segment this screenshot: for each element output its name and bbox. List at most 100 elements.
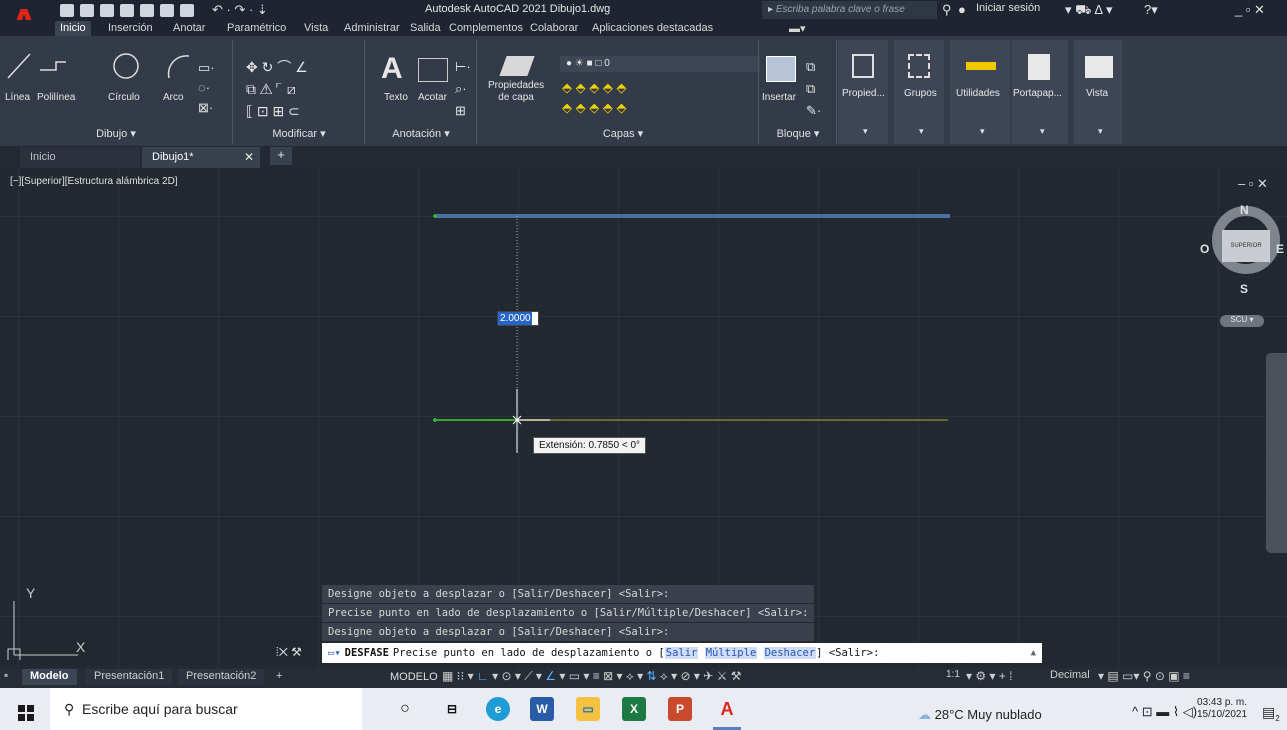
line-tool[interactable]: Línea bbox=[5, 92, 30, 103]
taskbar-search[interactable]: ⚲ Escribe aquí para buscar bbox=[50, 688, 362, 730]
chevron-down-icon[interactable]: ▾ bbox=[1098, 126, 1103, 137]
user-icon[interactable]: ● bbox=[958, 2, 966, 17]
layer-dropdown[interactable]: ● ☀ ■ □ 0 bbox=[560, 56, 760, 72]
circle-tool[interactable]: Círculo bbox=[108, 92, 140, 103]
chevron-down-icon[interactable]: ▾ bbox=[980, 126, 985, 137]
layer-properties-button[interactable]: Propiedades de capa bbox=[488, 80, 544, 104]
arc-tool[interactable]: Arco bbox=[163, 92, 184, 103]
option-salir[interactable]: Salir bbox=[664, 647, 699, 659]
tab-administrar[interactable]: Administrar bbox=[339, 21, 405, 36]
chevron-down-icon[interactable]: ▾ bbox=[919, 126, 924, 137]
system-tray-icons[interactable]: ^ ⊡ ▬ ⌇ ◁) bbox=[1132, 704, 1197, 720]
modify-tools-icon[interactable]: ✥ ↻ ⌒ ∠ ⧉ ⚠ ⌜ ⧄ ⟦ ⊡ ⊞ ⊂ bbox=[246, 56, 308, 122]
panel-bloque-label[interactable]: Bloque ▾ bbox=[760, 122, 836, 144]
layout-nav-icon[interactable]: ▪ bbox=[4, 668, 8, 682]
save-icon[interactable] bbox=[100, 3, 114, 17]
annotation-scale[interactable]: 1:1 bbox=[946, 669, 960, 680]
new-file-icon[interactable] bbox=[60, 3, 74, 17]
chevron-down-icon[interactable]: ▾ bbox=[1040, 126, 1045, 137]
tab-colaborar[interactable]: Colaborar bbox=[525, 21, 583, 36]
notification-icon[interactable]: ▤2 bbox=[1262, 704, 1280, 723]
compass-west[interactable]: O bbox=[1200, 242, 1209, 256]
tab-aplicaciones[interactable]: Aplicaciones destacadas bbox=[587, 21, 718, 36]
cortana-icon[interactable]: ○ bbox=[393, 697, 417, 721]
text-tool[interactable]: Texto bbox=[384, 92, 408, 103]
dimension-tool-icon[interactable] bbox=[418, 58, 448, 82]
annotation-small-icons[interactable]: ⊢· ⌕· ⊞ bbox=[455, 56, 471, 122]
undo-redo-icon[interactable]: ↶ · ↷ · ⇣ bbox=[212, 2, 268, 18]
word-icon[interactable]: W bbox=[530, 697, 554, 721]
new-tab-icon[interactable]: + bbox=[270, 147, 292, 165]
tab-salida[interactable]: Salida bbox=[405, 21, 446, 36]
search-icon[interactable]: ⚲ bbox=[942, 2, 952, 18]
doc-tab-dibujo1[interactable]: Dibujo1* bbox=[142, 147, 260, 168]
weather-widget[interactable]: ☁ 28°C Muy nublado bbox=[918, 707, 1042, 723]
windows-start-icon[interactable] bbox=[18, 705, 34, 721]
window-controls-icon[interactable]: _ ▫ ✕ bbox=[1235, 2, 1265, 18]
add-layout-icon[interactable]: + bbox=[268, 669, 290, 685]
utilities-button[interactable]: Utilidades bbox=[956, 88, 1000, 99]
insert-block-button[interactable]: Insertar bbox=[762, 92, 796, 103]
tab-inicio[interactable]: Inicio bbox=[55, 21, 91, 36]
tab-parametrico[interactable]: Paramétrico bbox=[222, 21, 291, 36]
groups-button[interactable]: Grupos bbox=[904, 88, 937, 99]
ucs-menu[interactable]: SCU ▾ bbox=[1220, 315, 1264, 327]
draw-small-tools-icon[interactable]: ▭· ◌· ⊠· bbox=[198, 58, 215, 118]
tab-vista[interactable]: Vista bbox=[299, 21, 333, 36]
close-tab-icon[interactable]: ✕ bbox=[244, 150, 254, 164]
block-tools-icons[interactable]: ⧉ ⧉ ✎· bbox=[806, 56, 821, 122]
doc-tab-inicio[interactable]: Inicio bbox=[20, 147, 140, 168]
compass-north[interactable]: N bbox=[1240, 203, 1249, 217]
tab-complementos[interactable]: Complementos bbox=[444, 21, 528, 36]
save-as-icon[interactable] bbox=[120, 3, 134, 17]
panel-anotacion-label[interactable]: Anotación ▾ bbox=[366, 122, 476, 144]
viewport-controls-label[interactable]: [−][Superior][Estructura alámbrica 2D] bbox=[10, 176, 178, 187]
command-line-input[interactable]: ▭▾ DESFASE Precise punto en lado de desp… bbox=[322, 643, 1042, 663]
navigation-bar[interactable] bbox=[1266, 353, 1287, 553]
powerpoint-icon[interactable]: P bbox=[668, 697, 692, 721]
cart-icon[interactable]: ▾ ⛟ Δ ▾ bbox=[1065, 2, 1113, 20]
dimension-tool[interactable]: Acotar bbox=[418, 92, 447, 103]
option-deshacer[interactable]: Deshacer bbox=[763, 647, 817, 659]
excel-icon[interactable]: X bbox=[622, 697, 646, 721]
layout-tab-presentacion2[interactable]: Presentación2 bbox=[178, 669, 265, 685]
text-tool-icon[interactable]: A bbox=[381, 52, 403, 86]
dynamic-input-field[interactable]: 2.0000 bbox=[497, 311, 539, 326]
open-file-icon[interactable] bbox=[80, 3, 94, 17]
clipboard-button[interactable]: Portapap... bbox=[1013, 88, 1062, 99]
layout-tab-modelo[interactable]: Modelo bbox=[22, 669, 77, 685]
properties-button[interactable]: Propied... bbox=[842, 88, 885, 99]
viewport-window-controls-icon[interactable]: – ▫ ✕ bbox=[1238, 176, 1268, 192]
autocad-taskbar-icon[interactable]: A bbox=[715, 697, 739, 721]
option-multiple[interactable]: Múltiple bbox=[704, 647, 758, 659]
edge-icon[interactable]: e bbox=[486, 697, 510, 721]
polyline-tool[interactable]: Polilínea bbox=[37, 92, 75, 103]
command-line-tools-icon[interactable]: ⦙✕ ⚒ bbox=[276, 645, 302, 660]
layout-tab-presentacion1[interactable]: Presentación1 bbox=[86, 669, 173, 685]
task-view-icon[interactable]: ⊟ bbox=[440, 697, 464, 721]
help-icon[interactable]: ?▾ bbox=[1144, 2, 1158, 18]
expand-history-icon[interactable]: ▲ bbox=[1031, 648, 1036, 658]
plot-icon[interactable] bbox=[140, 3, 154, 17]
insert-block-icon[interactable] bbox=[766, 56, 796, 82]
ribbon-options-icon[interactable]: ▬▾ bbox=[784, 21, 811, 36]
chevron-down-icon[interactable]: ▾ bbox=[863, 126, 868, 137]
signin-link[interactable]: Iniciar sesión bbox=[976, 2, 1040, 14]
taskbar-clock[interactable]: 03:43 p. m. 15/10/2021 bbox=[1197, 697, 1247, 721]
viewcube-face[interactable]: SUPERIOR bbox=[1222, 230, 1270, 262]
panel-dibujo-label[interactable]: Dibujo ▾ bbox=[0, 122, 232, 144]
model-space-toggle[interactable]: MODELO bbox=[390, 671, 438, 683]
view-button[interactable]: Vista bbox=[1086, 88, 1108, 99]
tab-anotar[interactable]: Anotar bbox=[168, 21, 210, 36]
panel-capas-label[interactable]: Capas ▾ bbox=[478, 122, 768, 144]
layer-tools-icons[interactable]: ⬘ ⬘ ⬘ ⬘ ⬘ ⬘ ⬘ ⬘ ⬘ ⬘ bbox=[562, 78, 626, 118]
tab-insercion[interactable]: Inserción bbox=[103, 21, 158, 36]
publish-icon[interactable] bbox=[160, 3, 174, 17]
units-setting[interactable]: Decimal bbox=[1050, 669, 1090, 681]
workspace-icons[interactable]: ▾ ⚙ ▾ + ⁞ bbox=[966, 669, 1012, 683]
file-explorer-icon[interactable]: ▭ bbox=[576, 697, 600, 721]
compass-south[interactable]: S bbox=[1240, 282, 1248, 296]
compass-east[interactable]: E bbox=[1276, 242, 1284, 256]
status-right-icons[interactable]: ▾ ▤ ▭▾ ⚲ ⊙ ▣ ≡ bbox=[1098, 669, 1190, 683]
print-icon[interactable] bbox=[180, 3, 194, 17]
